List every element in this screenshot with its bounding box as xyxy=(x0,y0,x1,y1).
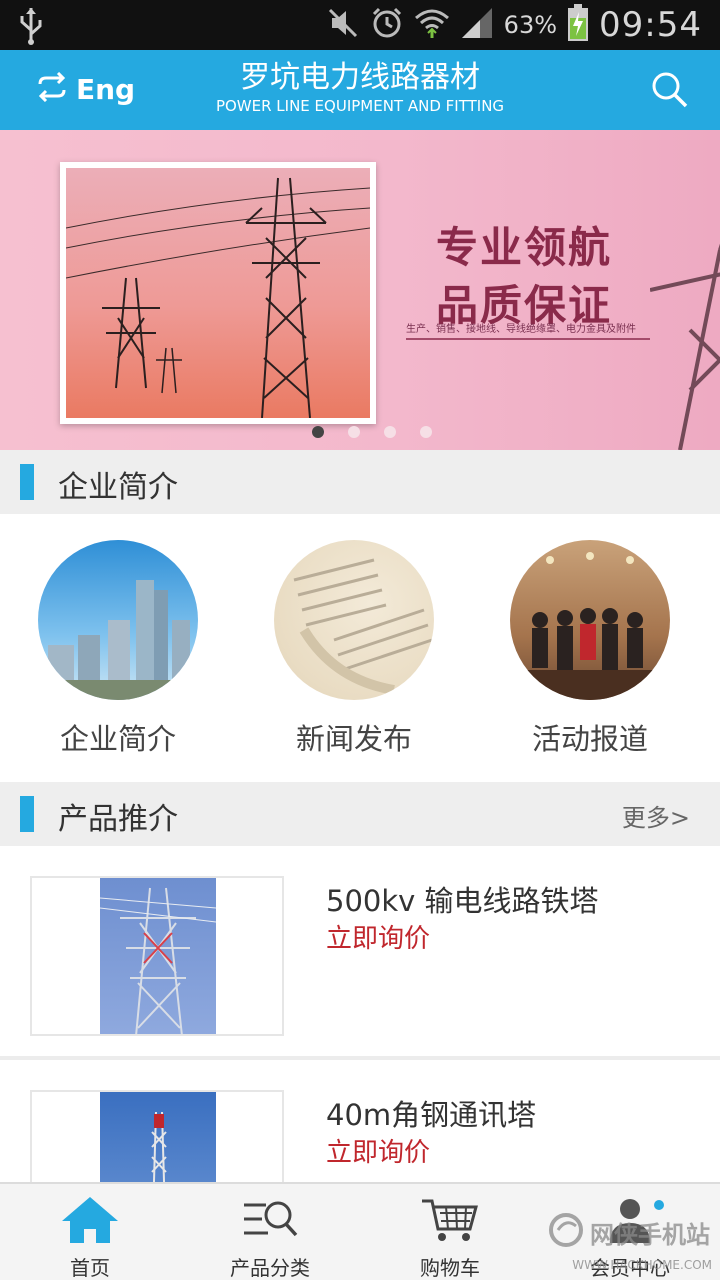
search-icon xyxy=(650,72,690,114)
category-search-icon xyxy=(180,1194,360,1246)
carousel-dot[interactable] xyxy=(348,426,360,438)
nav-item-home[interactable]: 首页 xyxy=(0,1194,180,1280)
wifi-icon xyxy=(414,6,450,44)
product-name: 500kv 输电线路铁塔 xyxy=(326,884,599,918)
intro-item-events[interactable]: 活动报道 xyxy=(500,540,680,758)
watermark-text: 网侠手机站 xyxy=(590,1220,710,1249)
city-buildings-image xyxy=(38,540,198,700)
app-screen: 63% 09:54 Eng 罗坑电力线路器材 POWER LINE EQUIPM… xyxy=(0,0,720,1280)
intro-item-company[interactable]: 企业简介 xyxy=(28,540,208,758)
section-title: 产品推介 xyxy=(58,802,178,837)
nav-label: 首页 xyxy=(70,1256,110,1280)
more-products-link[interactable]: 更多> xyxy=(622,798,690,833)
intro-item-label: 活动报道 xyxy=(531,722,648,756)
carousel-dot[interactable] xyxy=(312,426,324,438)
signal-icon xyxy=(460,6,494,44)
section-header-intro: 企业简介 xyxy=(0,450,720,514)
section-header-products: 产品推介 更多> xyxy=(0,782,720,846)
banner-photo xyxy=(60,162,376,424)
status-right: 63% 09:54 xyxy=(326,0,702,50)
status-bar: 63% 09:54 xyxy=(0,0,720,50)
nav-label: 产品分类 xyxy=(230,1256,310,1280)
inquire-button[interactable]: 立即询价 xyxy=(326,1132,430,1169)
swap-icon xyxy=(36,71,68,106)
app-title: 罗坑电力线路器材 POWER LINE EQUIPMENT AND FITTIN… xyxy=(180,60,540,116)
transmission-tower-image xyxy=(100,878,216,1034)
mute-icon xyxy=(326,6,360,44)
product-name: 40m角钢通讯塔 xyxy=(326,1098,537,1132)
cart-icon xyxy=(360,1194,540,1246)
app-title-en: POWER LINE EQUIPMENT AND FITTING xyxy=(215,97,505,115)
intro-item-label: 企业简介 xyxy=(59,722,176,756)
event-people-image xyxy=(510,540,670,700)
home-icon xyxy=(0,1194,180,1246)
nav-item-category[interactable]: 产品分类 xyxy=(180,1194,360,1280)
nav-label: 购物车 xyxy=(420,1256,480,1280)
intro-item-label: 新闻发布 xyxy=(295,722,412,756)
intro-grid: 企业简介 新闻发布 活动报道 xyxy=(0,514,720,782)
section-accent-bar xyxy=(20,796,34,832)
product-image xyxy=(30,876,284,1036)
watermark-logo-icon xyxy=(548,1212,584,1252)
battery-percent: 63% xyxy=(503,11,558,39)
intro-item-news[interactable]: 新闻发布 xyxy=(264,540,444,758)
section-title: 企业简介 xyxy=(58,470,178,505)
banner-carousel[interactable]: 专业领航 品质保证 生产、销售、接地线、导线绝缘罩、电力金具及附件 xyxy=(0,130,720,450)
clock: 09:54 xyxy=(599,5,702,45)
newspaper-image xyxy=(274,540,434,700)
language-label: Eng xyxy=(76,72,136,106)
notification-dot xyxy=(654,1200,664,1210)
carousel-dot[interactable] xyxy=(384,426,396,438)
carousel-dot[interactable] xyxy=(420,426,432,438)
banner-slogan-line1: 专业领航 xyxy=(436,223,613,272)
alarm-icon xyxy=(370,6,404,44)
banner-divider xyxy=(406,338,650,340)
app-header: Eng 罗坑电力线路器材 POWER LINE EQUIPMENT AND FI… xyxy=(0,50,720,130)
power-tower-image xyxy=(66,168,370,418)
carousel-dots xyxy=(312,426,432,438)
app-title-cn: 罗坑电力线路器材 xyxy=(240,60,480,95)
product-card[interactable]: 500kv 输电线路铁塔 立即询价 xyxy=(0,846,720,1058)
banner-slogan-sub: 生产、销售、接地线、导线绝缘罩、电力金具及附件 xyxy=(406,324,636,335)
battery-charging-icon xyxy=(567,4,589,46)
language-switch-button[interactable]: Eng xyxy=(36,71,136,106)
nav-item-cart[interactable]: 购物车 xyxy=(360,1194,540,1280)
search-button[interactable] xyxy=(650,70,690,110)
section-accent-bar xyxy=(20,464,34,500)
watermark-url: WWW.HACKHOME.COM xyxy=(572,1258,712,1272)
banner-tower-decoration xyxy=(649,130,720,450)
watermark: 网侠手机站 xyxy=(548,1212,710,1252)
inquire-button[interactable]: 立即询价 xyxy=(326,918,430,955)
usb-icon xyxy=(16,6,46,50)
